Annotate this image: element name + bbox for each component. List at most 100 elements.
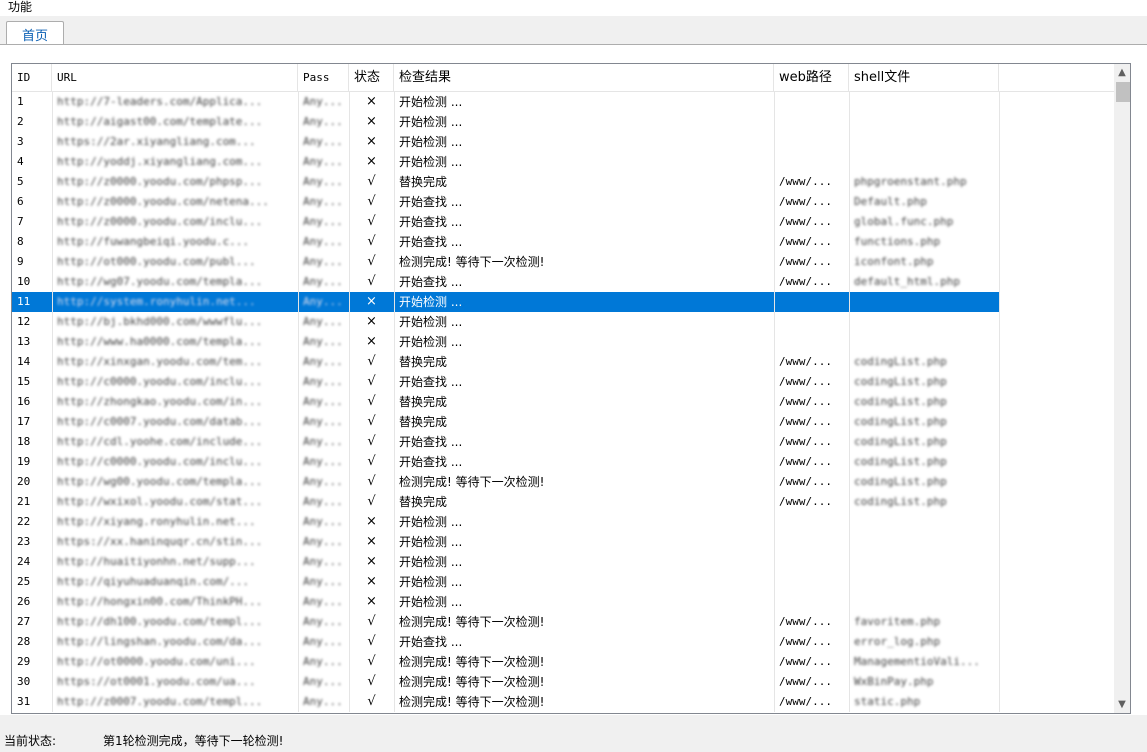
table-row[interactable]: 19 http://c0000.yoodu.com/inclu... Any... √… <box>12 452 1114 472</box>
cell-pass: Any... <box>303 675 343 688</box>
cell-status: × <box>366 534 377 549</box>
table-row[interactable]: 23 https://xx.haninquqr.cn/stin... Any... ×… <box>12 532 1114 552</box>
cell-result: 开始检测 ... <box>399 335 463 349</box>
cell-status: × <box>366 154 377 169</box>
col-pass-header[interactable]: Pass <box>298 64 349 91</box>
table-row[interactable]: 21 http://wxixol.yoodu.com/stat... Any... √… <box>12 492 1114 512</box>
cell-id: 13 <box>17 335 31 348</box>
cell-id: 25 <box>17 575 31 588</box>
table-row[interactable]: 12 http://bj.bkhd000.com/wwwflu... Any... ×… <box>12 312 1114 332</box>
cell-url: http://aigast00.com/template... <box>57 115 263 128</box>
table-row[interactable]: 1 http://7-leaders.com/Applica... Any... × 开… <box>12 92 1114 112</box>
col-url-header[interactable]: URL <box>52 64 298 91</box>
cell-id: 14 <box>17 355 31 368</box>
cell-id: 4 <box>17 155 24 168</box>
cell-result: 替换完成 <box>399 495 448 509</box>
table-row[interactable]: 2 http://aigast00.com/template... Any... × 开… <box>12 112 1114 132</box>
scroll-down-icon[interactable]: ▼ <box>1114 696 1130 713</box>
table-row[interactable]: 26 http://hongxin00.com/ThinkPH... Any... ×… <box>12 592 1114 612</box>
cell-url: http://lingshan.yoodu.com/da... <box>57 635 263 648</box>
cell-shell-file: static.php <box>854 695 921 708</box>
cell-status: √ <box>367 494 376 509</box>
cell-id: 23 <box>17 535 31 548</box>
tab-home[interactable]: 首页 <box>6 21 64 45</box>
cell-pass: Any... <box>303 115 343 128</box>
cell-pass: Any... <box>303 655 343 668</box>
table-row[interactable]: 3 https://2ar.xiyangliang.com... Any... × 开始… <box>12 132 1114 152</box>
cell-id: 27 <box>17 615 31 628</box>
cell-status: √ <box>367 694 376 709</box>
site-list[interactable]: ID URL Pass 状态 检查结果 web路径 shell文件 1 http:… <box>11 63 1131 714</box>
vertical-scrollbar[interactable]: ▲ ▼ <box>1114 64 1130 713</box>
cell-url: http://system.ronyhulin.net... <box>57 295 256 308</box>
cell-url: http://hongxin00.com/ThinkPH... <box>57 595 263 608</box>
cell-shell-file: codingList.php <box>854 395 947 408</box>
scroll-thumb[interactable] <box>1116 82 1130 102</box>
cell-pass: Any... <box>303 235 343 248</box>
tab-strip: 首页 <box>0 16 1147 45</box>
cell-shell-file: codingList.php <box>854 435 947 448</box>
table-row[interactable]: 8 http://fuwangbeiqi.yoodu.c... Any... √ 开始查… <box>12 232 1114 252</box>
cell-pass: Any... <box>303 215 343 228</box>
table-row[interactable]: 9 http://ot000.yoodu.com/publ... Any... √ 检测… <box>12 252 1114 272</box>
table-row[interactable]: 10 http://wg07.yoodu.com/templa... Any... √… <box>12 272 1114 292</box>
cell-shell-file <box>849 512 999 532</box>
cell-shell-file: codingList.php <box>854 375 947 388</box>
cell-status: √ <box>367 234 376 249</box>
cell-web-path: /www/... <box>779 395 832 408</box>
col-status-header[interactable]: 状态 <box>349 64 394 91</box>
table-row[interactable]: 5 http://z0000.yoodu.com/phpsp... Any... √ 替… <box>12 172 1114 192</box>
cell-status: × <box>366 114 377 129</box>
table-row[interactable]: 31 http://z0007.yoodu.com/templ... Any... √… <box>12 692 1114 712</box>
col-shell-header[interactable]: shell文件 <box>849 64 999 91</box>
cell-web-path: /www/... <box>779 275 832 288</box>
cell-result: 开始检测 ... <box>399 95 463 109</box>
menu-bar: 功能 <box>0 0 1147 16</box>
table-row[interactable]: 6 http://z0000.yoodu.com/netena... Any... √… <box>12 192 1114 212</box>
cell-result: 开始查找 ... <box>399 275 463 289</box>
cell-id: 17 <box>17 415 31 428</box>
col-web-header[interactable]: web路径 <box>774 64 849 91</box>
cell-url: http://wxixol.yoodu.com/stat... <box>57 495 263 508</box>
cell-shell-file: codingList.php <box>854 355 947 368</box>
cell-shell-file <box>849 92 999 112</box>
cell-result: 开始检测 ... <box>399 595 463 609</box>
table-row[interactable]: 27 http://dh100.yoodu.com/templ... Any... √… <box>12 612 1114 632</box>
table-row[interactable]: 22 http://xiyang.ronyhulin.net... Any... × 开… <box>12 512 1114 532</box>
cell-id: 15 <box>17 375 31 388</box>
table-row[interactable]: 18 http://cdl.yoohe.com/include... Any... √… <box>12 432 1114 452</box>
cell-id: 11 <box>17 295 31 308</box>
cell-url: http://ot0000.yoodu.com/uni... <box>57 655 256 668</box>
table-row[interactable]: 13 http://www.ha0000.com/templa... Any... ×… <box>12 332 1114 352</box>
table-row[interactable]: 7 http://z0000.yoodu.com/inclu... Any... √ 开… <box>12 212 1114 232</box>
table-row[interactable]: 15 http://c0000.yoodu.com/inclu... Any... √… <box>12 372 1114 392</box>
table-row[interactable]: 20 http://wg00.yoodu.com/templa... Any... √… <box>12 472 1114 492</box>
cell-shell-file <box>849 292 999 312</box>
table-row[interactable]: 28 http://lingshan.yoodu.com/da... Any... √… <box>12 632 1114 652</box>
table-row[interactable]: 25 http://qiyuhuaduanqin.com/... Any... × 开始… <box>12 572 1114 592</box>
table-row[interactable]: 29 http://ot0000.yoodu.com/uni... Any... √ 检… <box>12 652 1114 672</box>
cell-shell-file: phpgroenstant.php <box>854 175 967 188</box>
tab-home-label: 首页 <box>22 29 49 44</box>
table-row[interactable]: 17 http://c0007.yoodu.com/datab... Any... √… <box>12 412 1114 432</box>
cell-web-path: /www/... <box>779 375 832 388</box>
table-row[interactable]: 24 http://huaitiyonhn.net/supp... Any... × 开… <box>12 552 1114 572</box>
table-row[interactable]: 11 http://system.ronyhulin.net... Any... × 开… <box>12 292 999 312</box>
cell-status: × <box>366 594 377 609</box>
col-id-header[interactable]: ID <box>12 64 52 91</box>
menu-function[interactable]: 功能 <box>8 0 32 14</box>
cell-status: √ <box>367 194 376 209</box>
cell-pass: Any... <box>303 95 343 108</box>
cell-shell-file: ManagementioVali... <box>854 655 980 668</box>
scroll-up-icon[interactable]: ▲ <box>1114 64 1130 81</box>
cell-id: 31 <box>17 695 31 708</box>
cell-web-path <box>774 592 849 612</box>
table-row[interactable]: 16 http://zhongkao.yoodu.com/in... Any... √… <box>12 392 1114 412</box>
table-row[interactable]: 4 http://yoddj.xiyangliang.com... Any... × 开… <box>12 152 1114 172</box>
cell-url: http://www.ha0000.com/templa... <box>57 335 263 348</box>
table-row[interactable]: 14 http://xinxgan.yoodu.com/tem... Any... √… <box>12 352 1114 372</box>
col-result-header[interactable]: 检查结果 <box>394 64 774 91</box>
cell-result: 检测完成! 等待下一次检测! <box>399 255 545 269</box>
cell-url: http://huaitiyonhn.net/supp... <box>57 555 256 568</box>
table-row[interactable]: 30 https://ot0001.yoodu.com/ua... Any... √ 检… <box>12 672 1114 692</box>
